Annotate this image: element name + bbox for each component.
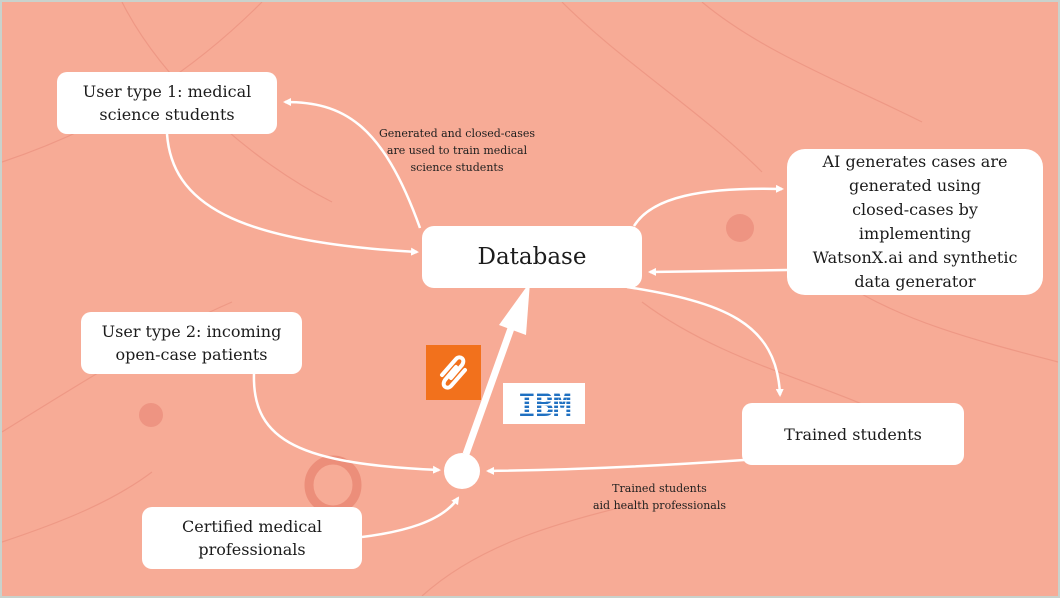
connector-trained-to-hub	[486, 458, 745, 475]
watsonx-glyph	[440, 355, 467, 390]
node-certified-professionals-label: Certified medical professionals	[182, 517, 322, 559]
connector-user2-to-hub	[252, 373, 441, 474]
node-ai-case-generator-label: AI generates cases are generated using c…	[812, 152, 1018, 291]
annotation-trained-students-aid: Trained students aid health professional…	[592, 482, 727, 512]
node-user-type-1-label: User type 1: medical science students	[82, 82, 252, 124]
connector-certified-to-hub	[361, 496, 460, 539]
node-user-type-1: User type 1: medical science students	[57, 72, 277, 134]
node-trained-students-label: Trained students	[784, 424, 922, 444]
node-database: Database	[422, 226, 642, 288]
connector-hub-to-database-arrowhead	[499, 282, 530, 335]
node-ai-case-generator: AI generates cases are generated using c…	[787, 149, 1043, 295]
annotation-training-cases: Generated and closed-cases are used to t…	[378, 127, 536, 174]
diagram-canvas: User type 1: medical science students Da…	[0, 0, 1060, 598]
node-user-type-2-label: User type 2: incoming open-case patients	[101, 322, 282, 364]
node-certified-professionals: Certified medical professionals	[142, 507, 362, 569]
connector-database-to-ai	[632, 184, 784, 227]
node-trained-students: Trained students	[742, 403, 964, 465]
hub-junction	[444, 453, 480, 489]
ibm-logo: IBM	[503, 383, 585, 424]
node-database-label: Database	[477, 243, 587, 270]
node-user-type-2: User type 2: incoming open-case patients	[81, 312, 302, 374]
connector-database-to-trained	[626, 285, 784, 397]
watsonx-icon	[426, 345, 481, 400]
connector-ai-to-database	[648, 267, 788, 276]
